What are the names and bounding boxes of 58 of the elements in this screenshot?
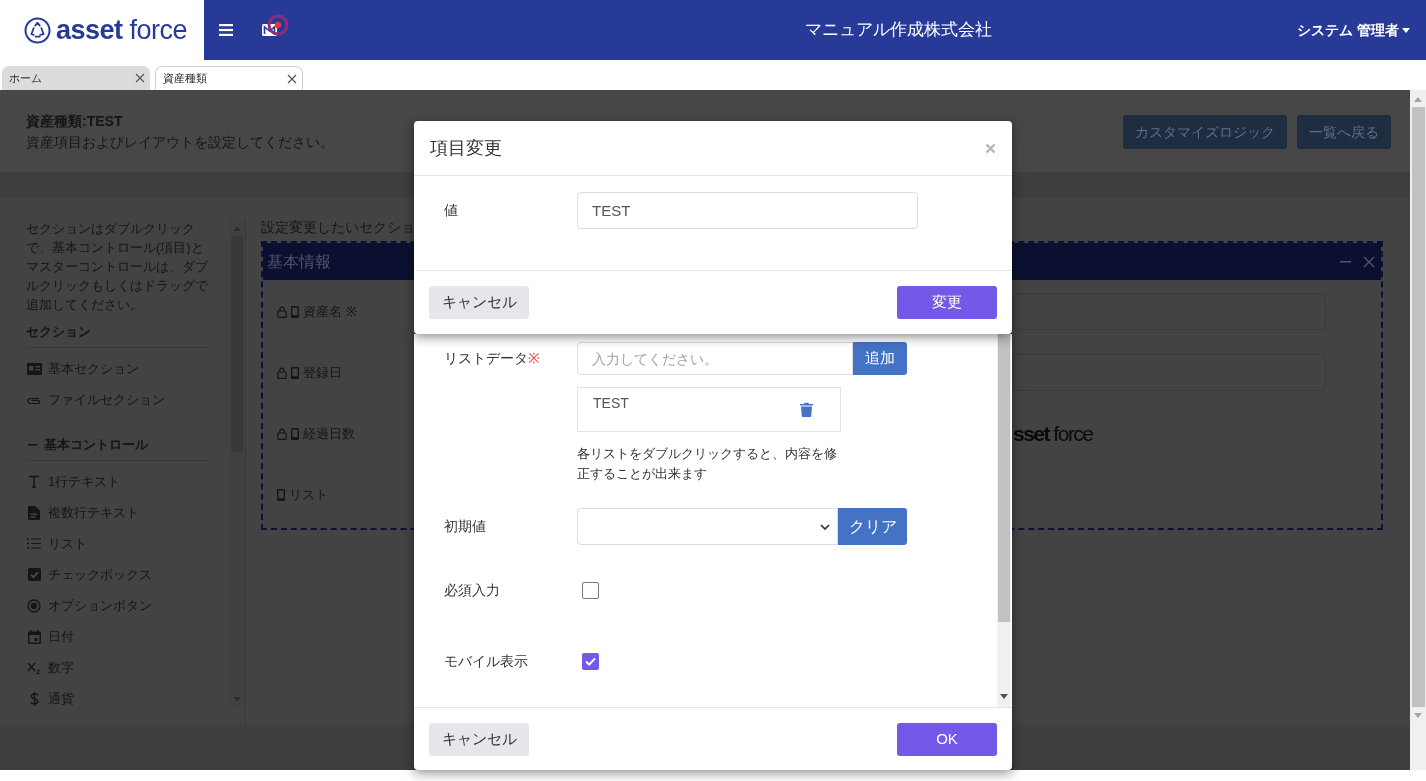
input-field[interactable] [1013, 354, 1326, 391]
user-menu-button[interactable]: システム 管理者 [1297, 19, 1410, 41]
field-label: リストデータ [444, 349, 528, 368]
close-icon[interactable] [287, 73, 297, 84]
confirm-button[interactable]: 変更 [897, 286, 997, 319]
required-mark: ※ [528, 349, 540, 368]
minimize-icon[interactable] [1340, 260, 1351, 263]
id-card-icon [26, 362, 42, 375]
add-button[interactable]: 追加 [853, 342, 907, 375]
input-field[interactable] [1013, 293, 1326, 330]
scrollbar-thumb[interactable] [1411, 107, 1425, 707]
help-text: 各リストをダブルクリックすると、内容を修正することが出来ます [577, 445, 838, 483]
checkbox-icon [27, 568, 41, 581]
check-icon [585, 657, 596, 666]
dialog-title: 項目変更 [430, 136, 502, 160]
checkbox[interactable] [582, 653, 599, 670]
checkbox[interactable] [582, 582, 599, 599]
action-button[interactable]: 一覧へ戻る [1297, 115, 1391, 149]
list-data-input[interactable]: 入力してください。 [577, 342, 853, 375]
list-icon [27, 538, 41, 549]
initial-value-select[interactable] [577, 508, 838, 545]
scrollbar-thumb[interactable] [998, 334, 1010, 622]
field-label: 初期値 [444, 517, 486, 536]
logo-image: sset force [1013, 423, 1093, 444]
recycle-logo-icon [24, 16, 51, 44]
required-mark: ※ [346, 302, 357, 321]
company-name: マニュアル作成株式会社 [804, 19, 992, 42]
minus-icon[interactable] [28, 443, 37, 446]
confirm-button[interactable]: OK [897, 722, 997, 756]
tab[interactable]: 資産種類 [155, 66, 303, 90]
scroll-up-arrow-icon[interactable] [1414, 97, 1422, 102]
action-button[interactable]: カスタマイズロジック [1123, 115, 1287, 149]
value-input[interactable]: TEST [577, 192, 918, 229]
menu-icon[interactable] [219, 24, 233, 36]
calendar-icon [27, 629, 41, 644]
subscript-icon [27, 661, 41, 674]
clear-button[interactable]: クリア [838, 508, 907, 545]
field-label: モバイル表示 [444, 652, 528, 671]
logo-text: asset force [56, 16, 188, 44]
scrollbar[interactable] [1410, 90, 1426, 770]
field-label: 必須入力 [444, 581, 500, 600]
scroll-down-arrow-icon[interactable] [1000, 694, 1008, 699]
trash-icon[interactable] [800, 402, 813, 417]
document-icon [28, 505, 40, 520]
caret-down-icon [1402, 27, 1410, 33]
chevron-down-icon [820, 523, 830, 530]
dollar-icon [29, 691, 39, 706]
list-item[interactable]: TEST [577, 387, 841, 432]
field-label: 値 [444, 201, 458, 220]
close-icon[interactable] [135, 73, 145, 83]
paperclip-icon [27, 395, 41, 404]
section-title: 基本情報 [267, 251, 331, 272]
scrollbar[interactable] [997, 334, 1011, 707]
tab[interactable]: ホーム [2, 66, 150, 90]
cancel-button[interactable]: キャンセル [429, 722, 529, 756]
cancel-button[interactable]: キャンセル [429, 286, 529, 319]
radio-icon [27, 598, 41, 613]
text-icon [28, 475, 40, 488]
